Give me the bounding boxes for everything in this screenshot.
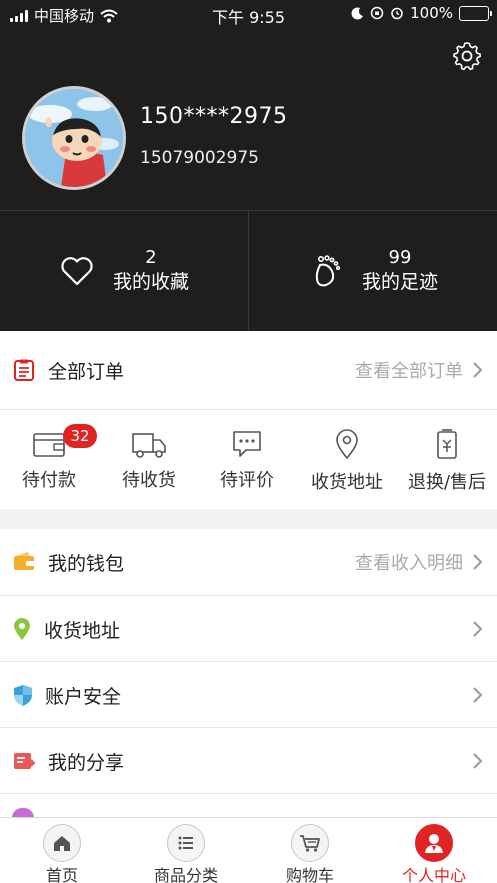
location-icon	[336, 429, 358, 460]
all-orders-label: 全部订单	[48, 360, 125, 383]
battery-icon	[459, 5, 492, 21]
clipboard-icon	[14, 359, 34, 381]
status-bar: 中国移动 下午 9:55 100%	[0, 0, 497, 30]
location-icon	[14, 618, 30, 640]
divider	[0, 793, 497, 794]
order-pending-receipt-label: 待收货	[122, 470, 176, 491]
menu-item-wallet[interactable]: 我的钱包 查看收入明细	[0, 529, 497, 595]
moon-icon	[351, 6, 364, 19]
tab-profile-label: 个人中心	[401, 866, 466, 883]
order-pending-review-label: 待评价	[220, 470, 274, 491]
tab-home-label: 首页	[45, 866, 78, 883]
all-orders-row[interactable]: 全部订单 查看全部订单	[0, 331, 497, 409]
footprints-stat[interactable]: 99 我的足迹	[249, 211, 497, 331]
tab-home[interactable]: 首页	[0, 818, 124, 883]
alarm-icon	[391, 7, 403, 20]
order-shipping-address-label: 收货地址	[311, 472, 383, 493]
menu-item-share-label: 我的分享	[48, 751, 125, 774]
pending-payment-badge: 32	[63, 424, 97, 448]
footprint-icon	[315, 255, 341, 287]
favorites-count: 2	[145, 247, 157, 268]
menu-item-wallet-label: 我的钱包	[48, 552, 125, 575]
orientation-lock-icon	[370, 6, 384, 20]
menu-item-address[interactable]: 收货地址	[0, 596, 497, 662]
tab-categories-label: 商品分类	[153, 866, 218, 883]
menu-item-share[interactable]: 我的分享	[0, 728, 497, 794]
favorites-stat[interactable]: 2 我的收藏	[0, 211, 248, 331]
wallet-icon	[14, 552, 34, 570]
chevron-right-icon	[473, 554, 483, 570]
list-icon	[167, 824, 205, 862]
bottom-tab-bar: 首页 商品分类 购物车 个人中心	[0, 817, 497, 883]
home-icon	[43, 824, 81, 862]
view-all-orders-link[interactable]: 查看全部订单	[355, 357, 463, 383]
chevron-right-icon	[473, 362, 483, 378]
battery-percent: 100%	[410, 4, 453, 22]
order-shipping-address[interactable]: 收货地址	[298, 410, 396, 508]
avatar[interactable]	[22, 86, 126, 190]
settings-gear-icon[interactable]	[451, 40, 483, 72]
chevron-right-icon	[473, 753, 483, 769]
section-gap	[0, 509, 497, 529]
heart-icon	[61, 257, 93, 286]
tab-categories[interactable]: 商品分类	[124, 818, 248, 883]
order-refund-label: 退换/售后	[407, 472, 487, 493]
view-income-details-link[interactable]: 查看收入明细	[355, 549, 463, 575]
user-icon	[415, 824, 453, 862]
order-pending-payment-label: 待付款	[22, 470, 76, 491]
tab-cart-label: 购物车	[285, 866, 334, 883]
shield-icon	[14, 685, 32, 706]
chevron-right-icon	[473, 621, 483, 637]
cart-icon	[291, 824, 329, 862]
user-nickname: 150****2975	[140, 104, 288, 129]
menu-item-security[interactable]: 账户安全	[0, 662, 497, 728]
share-icon	[14, 753, 36, 769]
order-refund[interactable]: 退换/售后	[397, 410, 497, 508]
comment-icon	[233, 431, 261, 457]
footprints-label: 我的足迹	[361, 271, 438, 293]
footprints-count: 99	[388, 247, 412, 268]
menu-item-security-label: 账户安全	[45, 685, 122, 708]
chevron-right-icon	[473, 687, 483, 703]
order-pending-payment[interactable]: 32 待付款	[0, 410, 98, 508]
menu-item-address-label: 收货地址	[44, 619, 121, 642]
tab-cart[interactable]: 购物车	[248, 818, 372, 883]
favorites-label: 我的收藏	[112, 271, 189, 293]
user-phone: 15079002975	[140, 148, 259, 168]
profile-header: 中国移动 下午 9:55 100% 150****2975 1507900297…	[0, 0, 497, 331]
order-pending-review[interactable]: 待评价	[198, 410, 296, 508]
truck-icon	[132, 433, 166, 458]
order-pending-receipt[interactable]: 待收货	[100, 410, 198, 508]
refund-icon	[437, 429, 457, 459]
tab-profile[interactable]: 个人中心	[372, 818, 496, 883]
